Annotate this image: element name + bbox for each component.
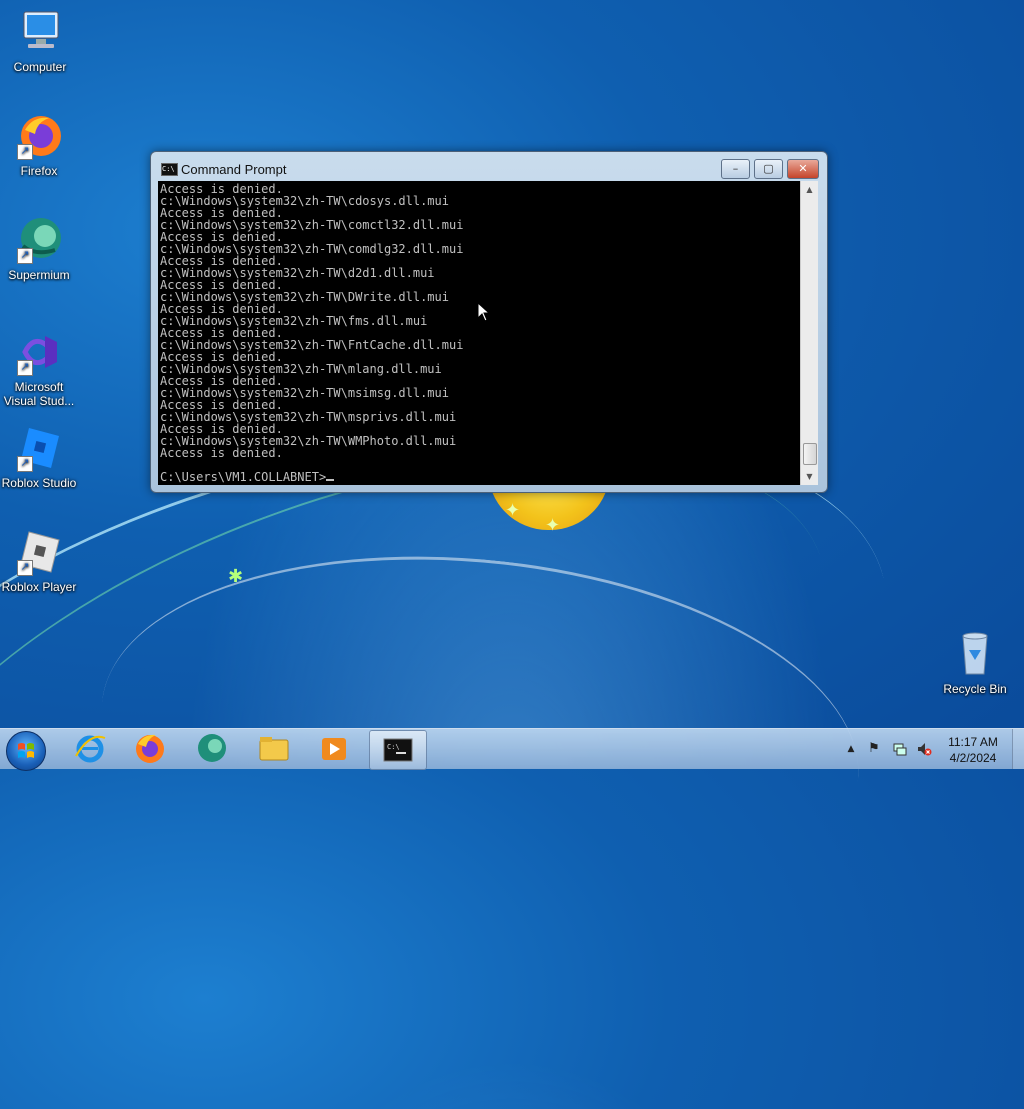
window-titlebar[interactable]: C:\ Command Prompt – ▢ ✕ bbox=[151, 152, 827, 180]
desktop-icon-supermium[interactable]: ↗ Supermium bbox=[0, 216, 79, 282]
show-hidden-icons-icon[interactable]: ▲ bbox=[843, 741, 859, 757]
internet-explorer-icon bbox=[75, 735, 106, 763]
taskbar-internet-explorer[interactable] bbox=[62, 730, 118, 768]
desktop-icon-label: Microsoft Visual Stud... bbox=[3, 380, 75, 408]
minimize-button[interactable]: – bbox=[721, 159, 750, 179]
computer-icon bbox=[16, 8, 64, 56]
system-clock[interactable]: 11:17 AM 4/2/2024 bbox=[938, 734, 1008, 766]
shortcut-arrow-icon: ↗ bbox=[17, 560, 33, 576]
start-button[interactable] bbox=[6, 731, 46, 771]
recycle-bin-icon bbox=[951, 630, 999, 678]
taskbar-firefox[interactable] bbox=[122, 730, 178, 768]
wallpaper-sparkle: ✦ bbox=[545, 515, 561, 536]
visual-studio-icon: ↗ bbox=[15, 328, 63, 376]
scroll-down-arrow-icon[interactable]: ▼ bbox=[801, 468, 818, 485]
shortcut-arrow-icon: ↗ bbox=[17, 456, 33, 472]
command-prompt-icon: C:\ bbox=[383, 738, 413, 762]
roblox-player-icon: ↗ bbox=[15, 528, 63, 576]
clock-time: 11:17 AM bbox=[948, 735, 998, 749]
desktop-icon-visual-studio[interactable]: ↗ Microsoft Visual Stud... bbox=[0, 328, 79, 408]
svg-text:C:\: C:\ bbox=[387, 743, 400, 751]
roblox-studio-icon: ↗ bbox=[15, 424, 63, 472]
desktop-icon-label: Roblox Player bbox=[1, 580, 77, 594]
firefox-icon: ↗ bbox=[15, 112, 63, 160]
desktop-icon-roblox-player[interactable]: ↗ Roblox Player bbox=[0, 528, 79, 594]
desktop-icon-label: Supermium bbox=[8, 268, 70, 282]
vertical-scrollbar[interactable]: ▲ ▼ bbox=[800, 181, 818, 485]
volume-muted-icon[interactable] bbox=[916, 741, 932, 757]
desktop-icon-computer[interactable]: Computer bbox=[0, 8, 80, 74]
windows-logo-icon bbox=[18, 743, 34, 758]
desktop-icon-label: Roblox Studio bbox=[1, 476, 77, 490]
wallpaper-sparkle: ✦ bbox=[505, 500, 521, 521]
desktop-icon-label: Recycle Bin bbox=[943, 682, 1007, 696]
console-output[interactable]: Access is denied. c:\Windows\system32\zh… bbox=[158, 181, 800, 485]
firefox-icon bbox=[136, 734, 164, 763]
scroll-up-arrow-icon[interactable]: ▲ bbox=[801, 181, 818, 198]
taskbar-file-explorer[interactable] bbox=[246, 730, 302, 768]
supermium-icon bbox=[198, 734, 226, 762]
action-center-flag-icon[interactable]: ⚑ bbox=[866, 741, 882, 757]
taskbar-supermium[interactable] bbox=[184, 730, 240, 768]
shortcut-arrow-icon: ↗ bbox=[17, 144, 33, 160]
console-text: Access is denied. c:\Windows\system32\zh… bbox=[160, 182, 464, 484]
text-cursor bbox=[326, 479, 335, 481]
command-prompt-icon: C:\ bbox=[161, 163, 178, 176]
shortcut-arrow-icon: ↗ bbox=[17, 248, 33, 264]
maximize-button[interactable]: ▢ bbox=[754, 159, 783, 179]
desktop-icon-roblox-studio[interactable]: ↗ Roblox Studio bbox=[0, 424, 79, 490]
file-explorer-icon bbox=[259, 737, 289, 761]
clock-date: 4/2/2024 bbox=[949, 751, 997, 765]
desktop-icon-label: Firefox bbox=[20, 164, 58, 178]
taskbar-media-player[interactable] bbox=[306, 730, 362, 768]
close-button[interactable]: ✕ bbox=[787, 159, 819, 179]
shortcut-arrow-icon: ↗ bbox=[17, 360, 33, 376]
scrollbar-thumb[interactable] bbox=[803, 443, 817, 465]
supermium-icon: ↗ bbox=[15, 216, 63, 264]
wallpaper-sparkle: ✱ bbox=[228, 566, 244, 587]
desktop-icon-firefox[interactable]: ↗ Firefox bbox=[0, 112, 79, 178]
desktop-icon-recycle-bin[interactable]: Recycle Bin bbox=[935, 630, 1015, 696]
taskbar-command-prompt[interactable]: C:\ bbox=[369, 730, 427, 770]
show-desktop-button[interactable] bbox=[1012, 729, 1024, 769]
media-player-icon bbox=[322, 738, 346, 760]
window-title: Command Prompt bbox=[181, 162, 287, 177]
desktop-icon-label: Computer bbox=[13, 60, 67, 74]
command-prompt-window[interactable]: C:\ Command Prompt – ▢ ✕ Access is denie… bbox=[150, 151, 828, 493]
taskbar: C:\ ▲ ⚑ 11:17 AM 4/2/2024 bbox=[0, 728, 1024, 771]
network-icon[interactable] bbox=[892, 741, 908, 757]
